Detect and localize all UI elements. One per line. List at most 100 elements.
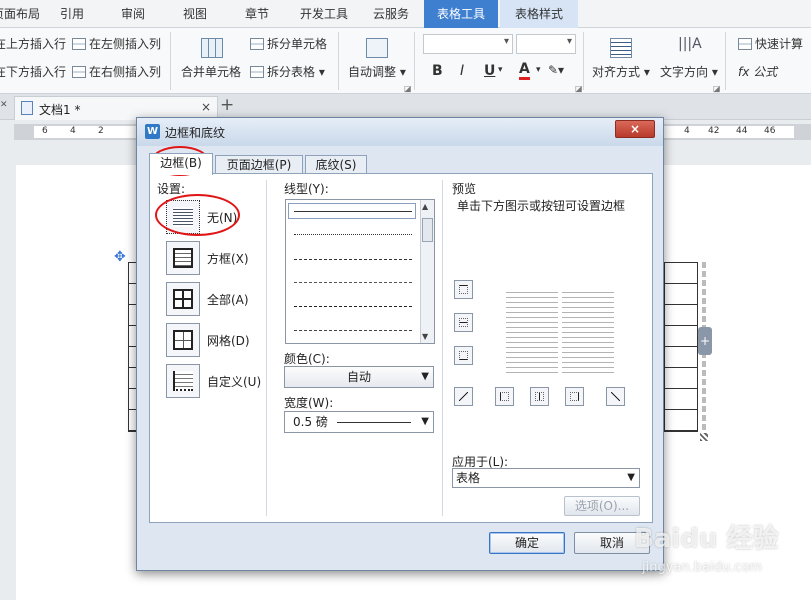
ribbon-tab-bar: 页面布局 引用 审阅 视图 章节 开发工具 云服务 表格工具 表格样式 xyxy=(0,0,811,28)
right-border-button[interactable] xyxy=(565,387,584,406)
quick-calc-button[interactable]: 快速计算 xyxy=(738,34,803,54)
close-tab-icon[interactable]: × xyxy=(201,100,211,114)
formula-button[interactable]: fx 公式 xyxy=(738,62,777,82)
preview-label: 预览 xyxy=(452,182,477,196)
setting-all-button[interactable] xyxy=(166,282,200,316)
bottom-border-button[interactable] xyxy=(454,346,473,365)
ribbon-divider xyxy=(583,32,584,90)
auto-fit-button[interactable]: 自动调整 ▾ xyxy=(348,62,406,82)
insert-row-below-button[interactable]: 在下方插入行 xyxy=(0,62,66,82)
font-name-select[interactable] xyxy=(423,34,513,54)
inside-horizontal-border-button[interactable] xyxy=(454,313,473,332)
line-style-dash-dot-dot[interactable] xyxy=(294,330,412,331)
merge-cells-button[interactable]: 合并单元格 xyxy=(181,62,241,82)
color-label: 颜色(C): xyxy=(284,352,330,366)
inside-vertical-border-button[interactable] xyxy=(530,387,549,406)
width-value: 0.5 磅 xyxy=(293,415,328,429)
close-button[interactable]: × xyxy=(615,120,655,138)
tab-references[interactable]: 引用 xyxy=(50,0,94,28)
font-size-select[interactable] xyxy=(516,34,576,54)
line-style-dashed[interactable] xyxy=(294,259,412,260)
italic-button[interactable]: I xyxy=(460,63,464,79)
watermark-brand: Baidu 经验 xyxy=(634,524,779,554)
settings-label: 设置: xyxy=(157,182,186,196)
ruler-tick: 4 xyxy=(684,126,690,136)
bold-button[interactable]: B xyxy=(432,63,443,79)
font-color-dropdown-icon[interactable]: ▾ xyxy=(536,65,541,75)
dialog-launcher-icon[interactable]: ◪ xyxy=(404,84,412,93)
split-table-button[interactable]: 拆分表格 ▾ xyxy=(250,62,325,82)
table-move-handle-icon[interactable]: ✥ xyxy=(114,249,126,265)
preview-text-left xyxy=(506,292,558,376)
diagonal-down-border-button[interactable] xyxy=(606,387,625,406)
annotation-circle-none xyxy=(155,194,240,236)
text-direction-button[interactable]: 文字方向 ▾ xyxy=(660,62,718,82)
insert-col-right-button[interactable]: 在右侧插入列 xyxy=(72,62,161,82)
apply-to-select[interactable]: 表格 ▼ xyxy=(452,468,640,488)
align-button[interactable]: 对齐方式 ▾ xyxy=(592,62,650,82)
underline-button[interactable]: U xyxy=(484,63,495,79)
color-select[interactable]: 自动 ▼ xyxy=(284,366,434,388)
dialog-launcher-icon[interactable]: ◪ xyxy=(713,84,721,93)
border-box-icon xyxy=(173,248,193,268)
setting-grid-button[interactable] xyxy=(166,323,200,357)
dialog-title-bar[interactable]: W 边框和底纹 × xyxy=(137,118,663,146)
dialog-launcher-icon[interactable]: ◪ xyxy=(575,84,583,93)
tab-shading[interactable]: 底纹(S) xyxy=(305,155,367,175)
document-tab-label: 文档1 * xyxy=(39,103,81,117)
line-style-scrollbar[interactable]: ▲ ▼ xyxy=(420,200,434,343)
align-icon xyxy=(610,38,632,58)
top-border-button[interactable] xyxy=(454,280,473,299)
line-style-list[interactable]: ▲ ▼ xyxy=(285,199,435,344)
scroll-up-icon[interactable]: ▲ xyxy=(422,202,428,211)
insert-col-left-icon xyxy=(72,38,86,50)
ok-button[interactable]: 确定 xyxy=(489,532,565,554)
tab-borders[interactable]: 边框(B) xyxy=(149,153,213,175)
line-style-long-dash[interactable] xyxy=(294,282,412,283)
diagonal-up-border-button[interactable] xyxy=(454,387,473,406)
new-tab-button[interactable]: + xyxy=(220,95,234,115)
line-style-dash-dot[interactable] xyxy=(294,306,412,307)
ruler-tick: 46 xyxy=(764,126,776,136)
underline-dropdown-icon[interactable]: ▾ xyxy=(498,65,503,75)
table-right-edge xyxy=(664,262,698,432)
split-cells-icon xyxy=(250,38,264,50)
scroll-down-icon[interactable]: ▼ xyxy=(422,332,428,341)
scroll-left-icon[interactable]: ✕ xyxy=(0,100,8,110)
tab-page-layout[interactable]: 页面布局 xyxy=(0,0,44,28)
add-column-icon[interactable]: + xyxy=(698,327,712,355)
line-style-solid[interactable] xyxy=(294,211,412,212)
bottom-border-icon xyxy=(459,351,468,360)
border-grid-icon xyxy=(173,330,193,350)
ruler-tick: 4 xyxy=(70,126,76,136)
setting-custom-button[interactable] xyxy=(166,364,200,398)
tab-cloud[interactable]: 云服务 xyxy=(368,0,414,28)
tab-review[interactable]: 审阅 xyxy=(110,0,156,28)
tab-view[interactable]: 视图 xyxy=(172,0,218,28)
apply-to-value: 表格 xyxy=(456,471,481,485)
table-resize-handle-icon[interactable] xyxy=(700,433,708,441)
split-cells-button[interactable]: 拆分单元格 xyxy=(250,34,327,54)
top-border-icon xyxy=(459,285,468,294)
width-select[interactable]: 0.5 磅 ▼ xyxy=(284,411,434,433)
scroll-thumb[interactable] xyxy=(422,218,433,242)
left-border-button[interactable] xyxy=(495,387,514,406)
tab-table-style[interactable]: 表格样式 xyxy=(500,0,578,28)
tab-developer[interactable]: 开发工具 xyxy=(294,0,354,28)
highlight-icon[interactable]: ✎▾ xyxy=(548,63,564,77)
insert-col-left-button[interactable]: 在左侧插入列 xyxy=(72,34,161,54)
setting-box-button[interactable] xyxy=(166,241,200,275)
width-label: 宽度(W): xyxy=(284,396,334,410)
panel-divider xyxy=(266,180,267,516)
ribbon-divider xyxy=(414,32,415,90)
tab-section[interactable]: 章节 xyxy=(234,0,280,28)
ruler-tick: 2 xyxy=(98,126,104,136)
insert-row-above-button[interactable]: 在上方插入行 xyxy=(0,34,66,54)
tab-page-border[interactable]: 页面边框(P) xyxy=(215,155,303,175)
ruler-tick: 42 xyxy=(708,126,720,136)
options-button[interactable]: 选项(O)... xyxy=(564,496,640,516)
split-table-icon xyxy=(250,66,264,78)
tab-table-tools[interactable]: 表格工具 xyxy=(424,0,498,28)
line-style-dotted[interactable] xyxy=(294,234,412,235)
font-color-button[interactable]: A xyxy=(519,61,530,80)
